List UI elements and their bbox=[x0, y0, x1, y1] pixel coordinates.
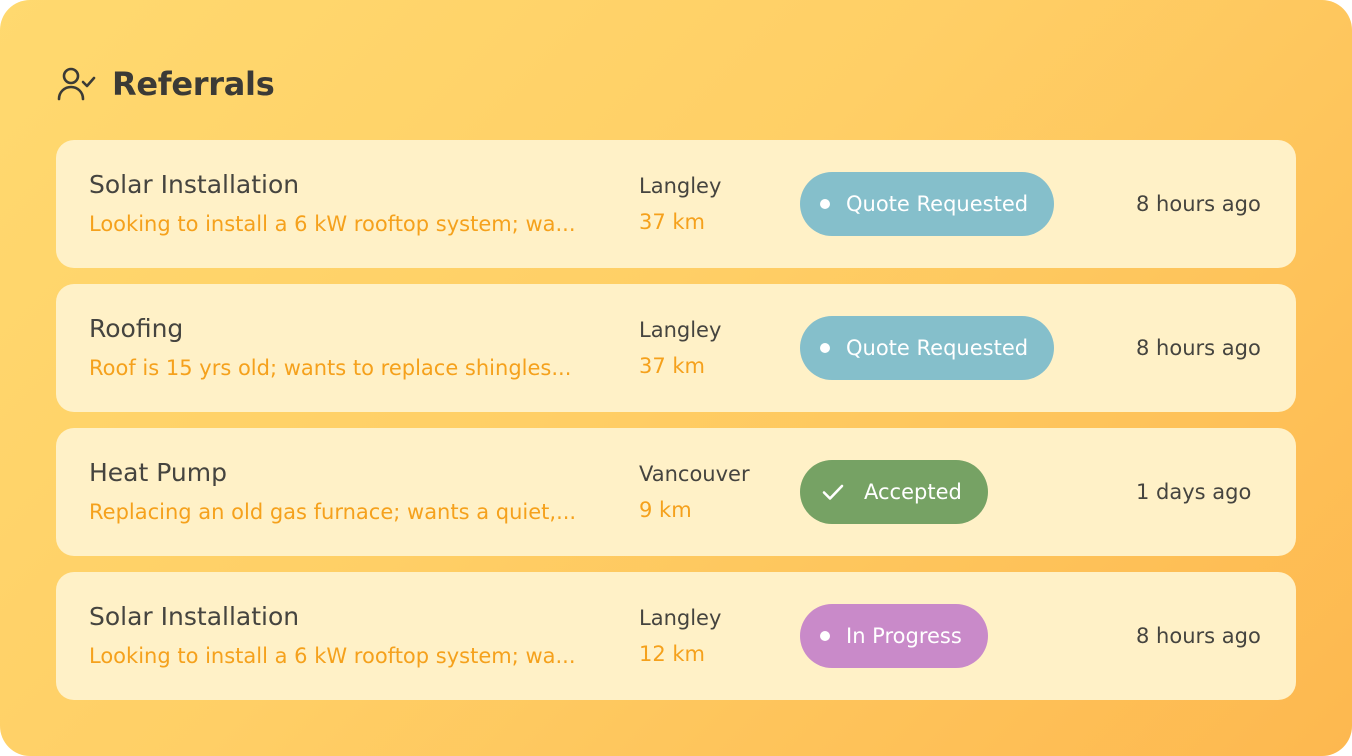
referral-time: 8 hours ago bbox=[1136, 192, 1261, 216]
dot-icon bbox=[820, 199, 830, 209]
status-label: Quote Requested bbox=[846, 336, 1029, 360]
referral-title: Solar Installation bbox=[89, 170, 300, 199]
dot-icon bbox=[820, 631, 830, 641]
referral-row[interactable]: Heat Pump Replacing an old gas furnace; … bbox=[56, 428, 1296, 556]
status-label: Accepted bbox=[864, 480, 962, 504]
user-check-icon bbox=[56, 64, 96, 104]
referral-distance: 37 km bbox=[639, 210, 706, 234]
referral-description: Looking to install a 6 kW rooftop system… bbox=[89, 212, 576, 236]
page-title: Referrals bbox=[112, 65, 275, 103]
referral-description: Replacing an old gas furnace; wants a qu… bbox=[89, 500, 577, 524]
referral-row[interactable]: Solar Installation Looking to install a … bbox=[56, 140, 1296, 268]
referral-city: Langley bbox=[639, 606, 722, 630]
referral-title: Roofing bbox=[89, 314, 184, 343]
referral-city: Langley bbox=[639, 318, 722, 342]
referral-distance: 37 km bbox=[639, 354, 706, 378]
referral-city: Langley bbox=[639, 174, 722, 198]
referral-title: Solar Installation bbox=[89, 602, 300, 631]
status-badge[interactable]: Quote Requested bbox=[800, 316, 1055, 380]
referral-row[interactable]: Roofing Roof is 15 yrs old; wants to rep… bbox=[56, 284, 1296, 412]
status-badge[interactable]: Quote Requested bbox=[800, 172, 1055, 236]
referrals-panel: Referrals Solar Installation Looking to … bbox=[0, 0, 1352, 756]
referral-description: Roof is 15 yrs old; wants to replace shi… bbox=[89, 356, 572, 380]
dot-icon bbox=[820, 343, 830, 353]
referral-description: Looking to install a 6 kW rooftop system… bbox=[89, 644, 576, 668]
referral-title: Heat Pump bbox=[89, 458, 227, 487]
referrals-header: Referrals bbox=[56, 62, 275, 106]
referral-row[interactable]: Solar Installation Looking to install a … bbox=[56, 572, 1296, 700]
status-label: In Progress bbox=[846, 624, 962, 648]
referral-city: Vancouver bbox=[639, 462, 750, 486]
status-badge[interactable]: In Progress bbox=[800, 604, 988, 668]
status-badge[interactable]: Accepted bbox=[800, 460, 988, 524]
referral-time: 1 days ago bbox=[1136, 480, 1252, 504]
referral-distance: 9 km bbox=[639, 498, 692, 522]
referral-time: 8 hours ago bbox=[1136, 336, 1261, 360]
check-icon bbox=[820, 479, 846, 505]
status-label: Quote Requested bbox=[846, 192, 1029, 216]
referrals-list: Solar Installation Looking to install a … bbox=[56, 140, 1296, 716]
referral-distance: 12 km bbox=[639, 642, 706, 666]
referral-time: 8 hours ago bbox=[1136, 624, 1261, 648]
